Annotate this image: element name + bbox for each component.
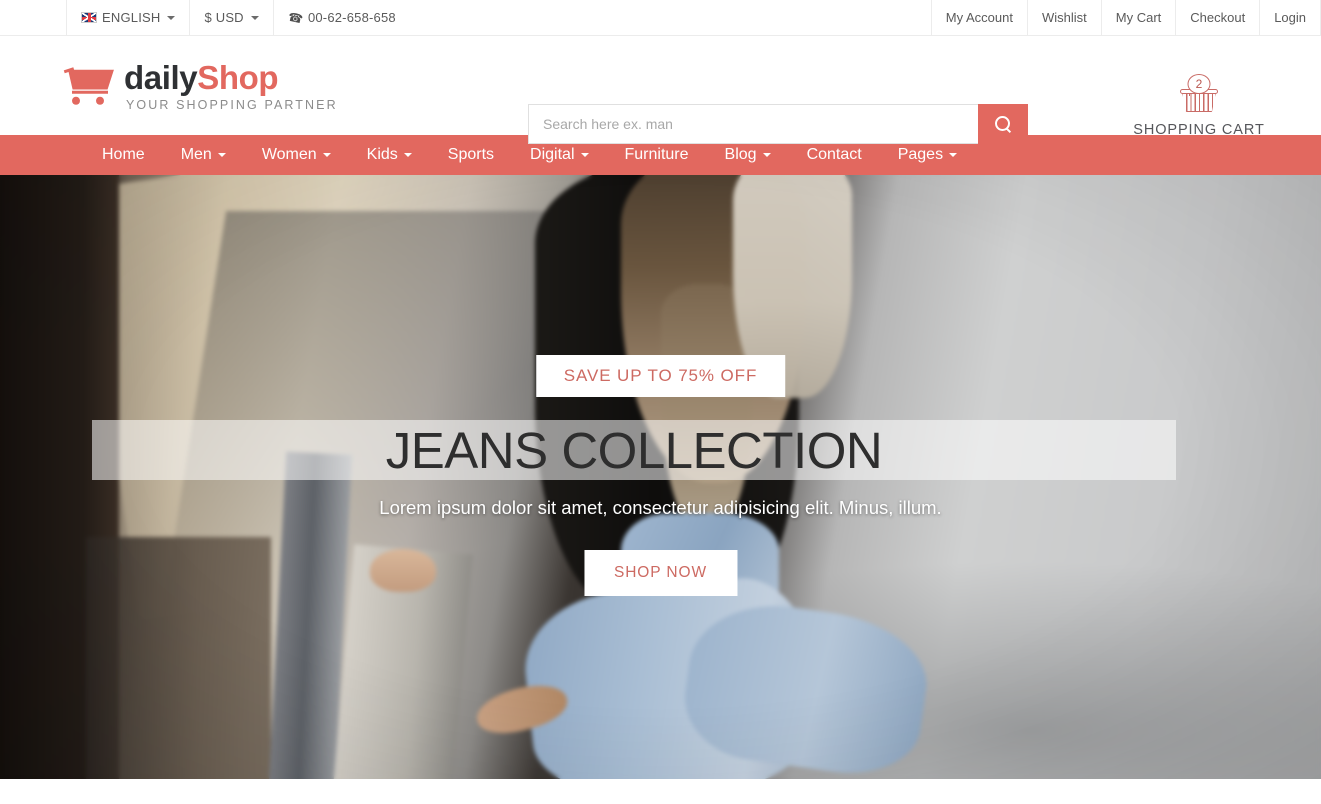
nav-label: Pages: [897, 146, 944, 163]
site-header: dailyShop YOUR SHOPPING PARTNER 2 SHOPPI…: [0, 36, 1321, 144]
top-link-label: My Account: [945, 10, 1013, 25]
nav-item-digital[interactable]: Digital: [512, 146, 606, 164]
chevron-down-icon: [167, 15, 176, 20]
nav-item-contact[interactable]: Contact: [789, 146, 880, 164]
top-link-wishlist[interactable]: Wishlist: [1026, 0, 1101, 35]
top-link-my-account[interactable]: My Account: [930, 0, 1027, 35]
nav-label: Women: [261, 146, 317, 163]
nav-label: Home: [102, 146, 145, 163]
top-link-login[interactable]: Login: [1259, 0, 1321, 35]
nav-label: Furniture: [624, 146, 689, 163]
logo-accent: Shop: [197, 58, 279, 96]
top-link-label: Wishlist: [1041, 10, 1087, 25]
search-icon: [994, 115, 1012, 133]
currency-label: $ USD: [204, 10, 244, 25]
top-bar: ENGLISH $ USD ☎ 00-62-658-658 My Account…: [0, 0, 1321, 36]
hero-sale-badge: SAVE UP TO 75% OFF: [535, 355, 786, 397]
chevron-down-icon: [403, 153, 412, 157]
chevron-down-icon: [217, 153, 226, 157]
shop-now-button[interactable]: SHOP NOW: [583, 550, 738, 596]
phone-contact[interactable]: ☎ 00-62-658-658: [272, 0, 410, 35]
logo-primary: daily: [124, 58, 198, 96]
chevron-down-icon: [250, 15, 259, 20]
logo-wordmark: dailyShop: [124, 60, 338, 93]
top-link-label: My Cart: [1115, 10, 1162, 25]
nav-label: Blog: [724, 146, 757, 163]
nav-item-pages[interactable]: Pages: [880, 146, 975, 164]
top-link-checkout[interactable]: Checkout: [1175, 0, 1259, 35]
basket-icon: 2: [1179, 74, 1219, 116]
phone-label: 00-62-658-658: [307, 10, 396, 25]
nav-item-women[interactable]: Women: [244, 146, 349, 164]
hero-banner: SAVE UP TO 75% OFF JEANS COLLECTION Lore…: [0, 175, 1321, 779]
search-submit-button[interactable]: [978, 104, 1028, 144]
top-link-label: Checkout: [1190, 10, 1246, 25]
nav-item-blog[interactable]: Blog: [707, 146, 789, 164]
currency-selector[interactable]: $ USD: [189, 0, 272, 35]
uk-flag-icon: [81, 12, 97, 23]
top-bar-left-group: ENGLISH $ USD ☎ 00-62-658-658: [66, 0, 410, 35]
chevron-down-icon: [762, 153, 771, 157]
nav-label: Contact: [806, 146, 862, 163]
chevron-down-icon: [949, 153, 958, 157]
cart-label: SHOPPING CART: [1133, 122, 1265, 138]
logo-tagline: YOUR SHOPPING PARTNER: [126, 97, 338, 112]
nav-label: Sports: [447, 146, 495, 163]
search-bar: [528, 104, 1028, 144]
hero-title: JEANS COLLECTION: [385, 421, 883, 479]
shopping-cart-icon: [63, 66, 116, 106]
chevron-down-icon: [322, 153, 331, 157]
language-selector[interactable]: ENGLISH: [66, 0, 189, 35]
nav-label: Kids: [366, 146, 398, 163]
hero-title-band: JEANS COLLECTION: [92, 420, 1176, 480]
search-input[interactable]: [528, 104, 978, 144]
top-link-label: Login: [1274, 10, 1306, 25]
site-logo[interactable]: dailyShop YOUR SHOPPING PARTNER: [63, 60, 338, 111]
nav-item-sports[interactable]: Sports: [430, 146, 512, 164]
top-link-my-cart[interactable]: My Cart: [1100, 0, 1176, 35]
language-label: ENGLISH: [102, 10, 161, 25]
nav-item-men[interactable]: Men: [163, 146, 244, 164]
nav-item-home[interactable]: Home: [84, 146, 163, 164]
top-bar-right-group: My Account Wishlist My Cart Checkout Log…: [930, 0, 1321, 35]
nav-label: Digital: [530, 146, 575, 163]
phone-icon: ☎: [286, 9, 305, 26]
logo-text: dailyShop YOUR SHOPPING PARTNER: [124, 60, 338, 111]
chevron-down-icon: [580, 153, 589, 157]
hero-subtitle: Lorem ipsum dolor sit amet, consectetur …: [379, 497, 942, 518]
nav-item-kids[interactable]: Kids: [349, 146, 430, 164]
shopping-cart-widget[interactable]: 2 SHOPPING CART: [1133, 74, 1265, 138]
nav-item-furniture[interactable]: Furniture: [607, 146, 707, 164]
hero-content: SAVE UP TO 75% OFF JEANS COLLECTION Lore…: [0, 175, 1321, 779]
cart-count-badge: 2: [1187, 74, 1211, 94]
nav-label: Men: [180, 146, 212, 163]
